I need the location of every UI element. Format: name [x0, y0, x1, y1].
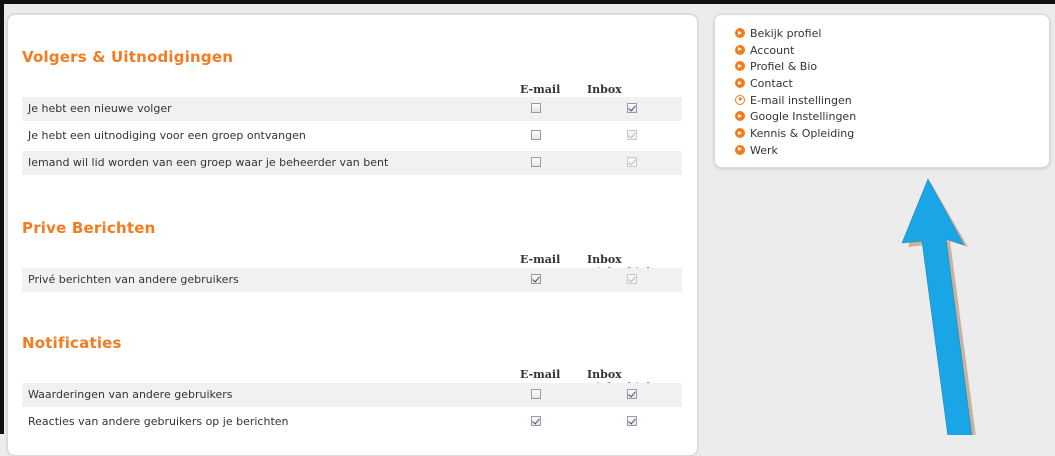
column-header-email: E-mail — [520, 83, 561, 96]
inbox-checkbox[interactable] — [627, 103, 637, 113]
table-row: Je hebt een nieuwe volger — [22, 97, 682, 121]
arrow-bullet-icon — [735, 44, 745, 55]
annotation-arrow-icon — [901, 178, 976, 435]
section-title: Prive Berichten — [22, 219, 156, 237]
arrow-bullet-icon — [735, 28, 745, 38]
email-checkbox[interactable] — [531, 389, 541, 399]
sidebar-item-account[interactable]: Account — [735, 44, 1049, 61]
sidebar-item-label: Werk — [750, 143, 778, 157]
sidebar-item-google-instellingen[interactable]: Google Instellingen — [735, 110, 1049, 127]
sidebar-item-werk[interactable]: Werk — [735, 144, 1049, 161]
arrow-bullet-active-icon — [735, 94, 745, 105]
arrow-bullet-icon — [735, 144, 745, 155]
row-label: Waarderingen van andere gebruikers — [28, 388, 233, 401]
row-label: Iemand wil lid worden van een groep waar… — [28, 156, 389, 169]
column-header-email: E-mail — [520, 368, 561, 381]
table-row: Waarderingen van andere gebruikers — [22, 383, 682, 407]
sidebar-item-email-instellingen[interactable]: E-mail instellingen — [735, 94, 1049, 111]
sidebar-item-label: Kennis & Opleiding — [750, 127, 855, 141]
table-row: Reacties van andere gebruikers op je ber… — [22, 410, 682, 434]
row-label: Je hebt een nieuwe volger — [28, 102, 172, 115]
sidebar-item-label: Contact — [750, 77, 793, 91]
profile-sidebar-menu: Bekijk profiel Account Profiel & Bio Con… — [714, 14, 1050, 168]
table-row: Iemand wil lid worden van een groep waar… — [22, 151, 682, 175]
window-top-border — [0, 0, 1055, 4]
sidebar-item-contact[interactable]: Contact — [735, 77, 1049, 94]
email-checkbox[interactable] — [531, 157, 541, 167]
notification-settings-panel: Volgers & Uitnodigingen E-mail Inbox Bie… — [7, 14, 698, 456]
arrow-bullet-icon — [735, 61, 745, 72]
section-title: Notificaties — [22, 334, 122, 352]
inbox-checkbox — [627, 274, 637, 284]
email-checkbox[interactable] — [531, 416, 541, 426]
arrow-bullet-icon — [735, 128, 745, 139]
row-label: Privé berichten van andere gebruikers — [28, 273, 239, 286]
inbox-checkbox — [627, 157, 637, 167]
sidebar-item-label: Profiel & Bio — [750, 60, 818, 74]
sidebar-item-label: E-mail instellingen — [750, 93, 852, 107]
inbox-checkbox[interactable] — [627, 416, 637, 426]
email-checkbox[interactable] — [531, 130, 541, 140]
section-notificaties: Notificaties E-mail Inbox Biebtobieb Waa… — [22, 334, 682, 434]
section-prive-berichten: Prive Berichten E-mail Inbox Biebtobieb … — [22, 219, 682, 292]
table-row: Privé berichten van andere gebruikers — [22, 268, 682, 292]
arrow-bullet-icon — [735, 111, 745, 122]
sidebar-item-label: Account — [750, 43, 795, 57]
sidebar-item-profiel-bio[interactable]: Profiel & Bio — [735, 60, 1049, 77]
section-volgers: Volgers & Uitnodigingen E-mail Inbox Bie… — [22, 48, 682, 175]
table-row: Je hebt een uitnodiging voor een groep o… — [22, 124, 682, 148]
row-label: Reacties van andere gebruikers op je ber… — [28, 415, 289, 428]
sidebar-item-bekijk-profiel[interactable]: Bekijk profiel — [735, 27, 1049, 44]
arrow-bullet-icon — [735, 78, 745, 89]
inbox-checkbox[interactable] — [627, 389, 637, 399]
email-checkbox[interactable] — [531, 103, 541, 113]
row-label: Je hebt een uitnodiging voor een groep o… — [28, 129, 306, 142]
inbox-checkbox — [627, 130, 637, 140]
sidebar-item-label: Bekijk profiel — [750, 27, 822, 40]
sidebar-item-label: Google Instellingen — [750, 110, 857, 124]
email-checkbox[interactable] — [531, 274, 541, 284]
window-left-border — [0, 0, 4, 434]
column-header-email: E-mail — [520, 253, 561, 266]
sidebar-item-kennis-opleiding[interactable]: Kennis & Opleiding — [735, 127, 1049, 144]
section-title: Volgers & Uitnodigingen — [22, 48, 234, 66]
